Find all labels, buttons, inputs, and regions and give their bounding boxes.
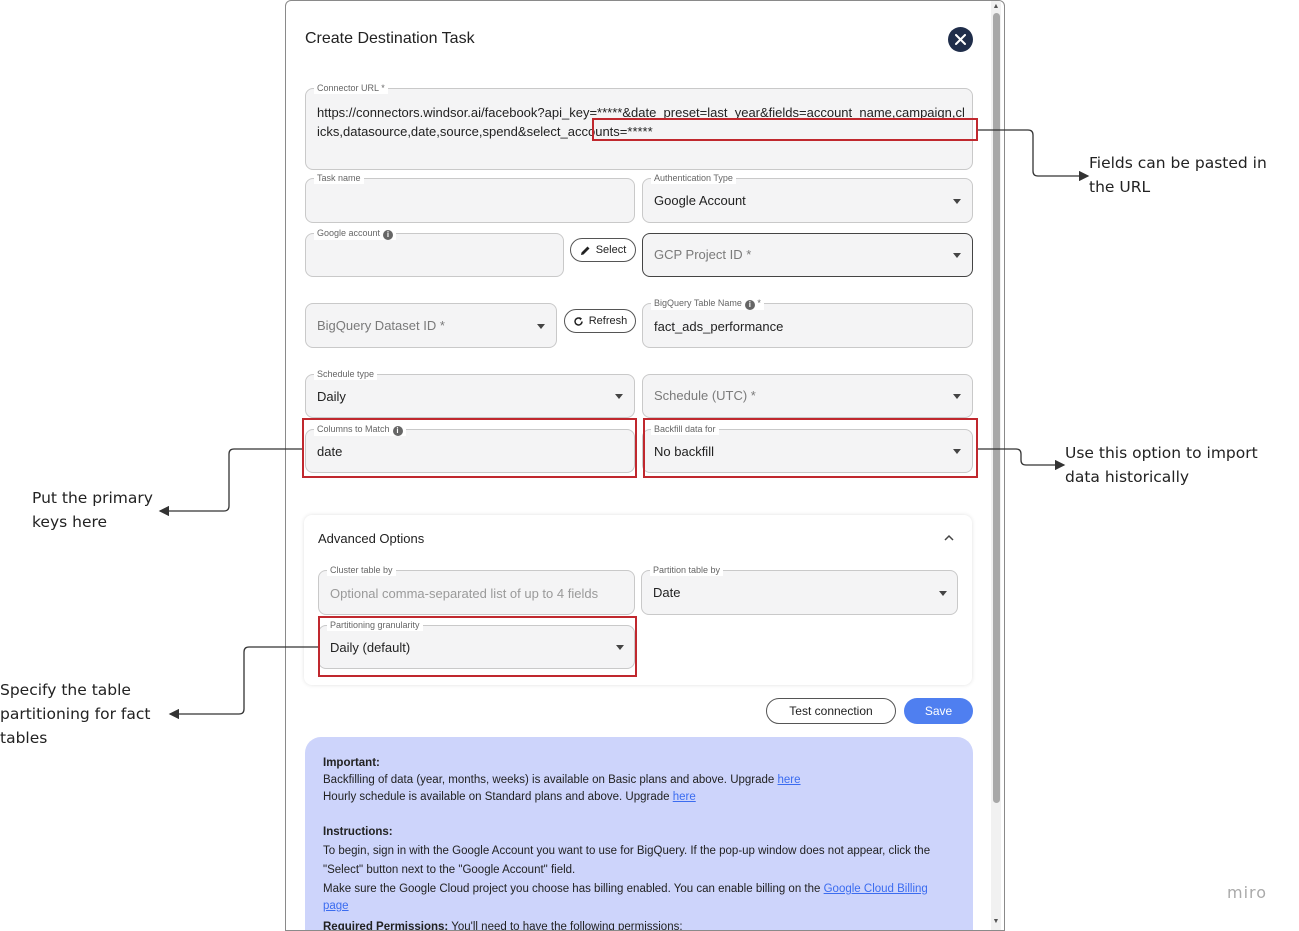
task-name-label: Task name <box>314 172 364 184</box>
google-account-field[interactable]: Google account i <box>305 227 564 277</box>
annotation-partition: Specify the table partitioning for fact ta… <box>0 681 151 747</box>
highlight-columns-to-match <box>302 418 637 478</box>
close-icon <box>955 34 966 45</box>
chevron-down-icon <box>953 394 961 399</box>
highlight-backfill <box>643 418 978 478</box>
partition-table-label: Partition table by <box>650 564 724 576</box>
instruction-1: To begin, sign in with the Google Accoun… <box>323 845 931 857</box>
instruction-3: Make sure the Google Cloud project you c… <box>323 883 928 912</box>
dataset-id-select[interactable]: BigQuery Dataset ID * <box>305 303 557 348</box>
cluster-table-placeholder: Optional comma-separated list of up to 4… <box>330 586 599 601</box>
close-button[interactable] <box>948 27 973 52</box>
task-name-field[interactable]: Task name <box>305 172 635 223</box>
modal-title: Create Destination Task <box>305 30 475 47</box>
test-connection-button[interactable]: Test connection <box>766 698 896 724</box>
arrow-keys <box>158 448 302 517</box>
select-button-label: Select <box>595 244 627 256</box>
info-line-hourly: Hourly schedule is available on Standard… <box>323 791 696 803</box>
chevron-down-icon <box>953 199 961 204</box>
connector-url-label: Connector URL * <box>314 82 388 94</box>
partition-table-select[interactable]: Partition table by Date <box>641 564 958 615</box>
upgrade-link-hourly[interactable]: here <box>673 791 696 803</box>
info-line-backfill: Backfilling of data (year, months, weeks… <box>323 774 801 786</box>
permissions-line: Required Permissions: You'll need to hav… <box>323 921 683 931</box>
cluster-table-field[interactable]: Cluster table by Optional comma-separate… <box>318 564 635 615</box>
highlight-fields-url <box>592 118 978 141</box>
partition-table-value: Date <box>653 585 681 600</box>
annotation-url: Fields can be pasted in the URL <box>1089 154 1267 196</box>
table-name-field[interactable]: BigQuery Table Name i * fact_ads_performa… <box>642 297 973 348</box>
scroll-down-arrow[interactable]: ▼ <box>992 918 1000 925</box>
chevron-down-icon <box>939 591 947 596</box>
scrollbar-thumb[interactable] <box>993 13 1000 803</box>
miro-watermark: miro <box>1227 883 1268 902</box>
highlight-partition-granularity <box>318 616 637 677</box>
gcp-project-select[interactable]: GCP Project ID * <box>642 233 973 277</box>
auth-type-value: Google Account <box>654 193 746 208</box>
save-button[interactable]: Save <box>904 698 973 724</box>
scroll-up-arrow[interactable]: ▲ <box>992 3 1000 10</box>
schedule-type-label: Schedule type <box>314 368 378 380</box>
important-heading: Important: <box>323 757 380 769</box>
cluster-table-label: Cluster table by <box>327 564 396 576</box>
info-panel: Important: Backfilling of data (year, mo… <box>305 737 973 931</box>
annotation-keys: Put the primary keys here <box>32 489 153 531</box>
chevron-down-icon <box>537 324 545 329</box>
schedule-type-value: Daily <box>317 389 346 404</box>
auth-type-label: Authentication Type <box>651 172 736 184</box>
schedule-utc-placeholder: Schedule (UTC) * <box>654 388 756 403</box>
refresh-button-label: Refresh <box>588 315 628 327</box>
upgrade-link-backfill[interactable]: here <box>778 774 801 786</box>
info-icon: i <box>383 230 394 240</box>
dataset-id-placeholder: BigQuery Dataset ID * <box>317 318 445 333</box>
chevron-up-icon[interactable] <box>944 529 954 544</box>
select-button[interactable]: Select <box>570 238 636 262</box>
chevron-down-icon <box>615 394 623 399</box>
advanced-options-title: Advanced Options <box>318 531 425 546</box>
chevron-down-icon <box>953 253 961 258</box>
auth-type-select[interactable]: Authentication Type Google Account <box>642 172 973 223</box>
gcp-project-placeholder: GCP Project ID * <box>654 247 752 262</box>
refresh-icon <box>573 316 583 326</box>
info-icon: i <box>744 300 755 310</box>
table-name-label: BigQuery Table Name i * <box>651 297 764 310</box>
schedule-type-select[interactable]: Schedule type Daily <box>305 368 635 418</box>
refresh-button[interactable]: Refresh <box>564 309 636 333</box>
google-account-label: Google account i <box>314 227 397 240</box>
instruction-2: "Select" button next to the "Google Acco… <box>323 864 576 876</box>
table-name-value: fact_ads_performance <box>654 319 784 334</box>
schedule-utc-select[interactable]: Schedule (UTC) * <box>642 374 973 418</box>
instructions-heading: Instructions: <box>323 826 393 838</box>
pencil-icon <box>580 246 590 255</box>
annotation-backfill: Use this option to import data historical… <box>1065 444 1258 486</box>
